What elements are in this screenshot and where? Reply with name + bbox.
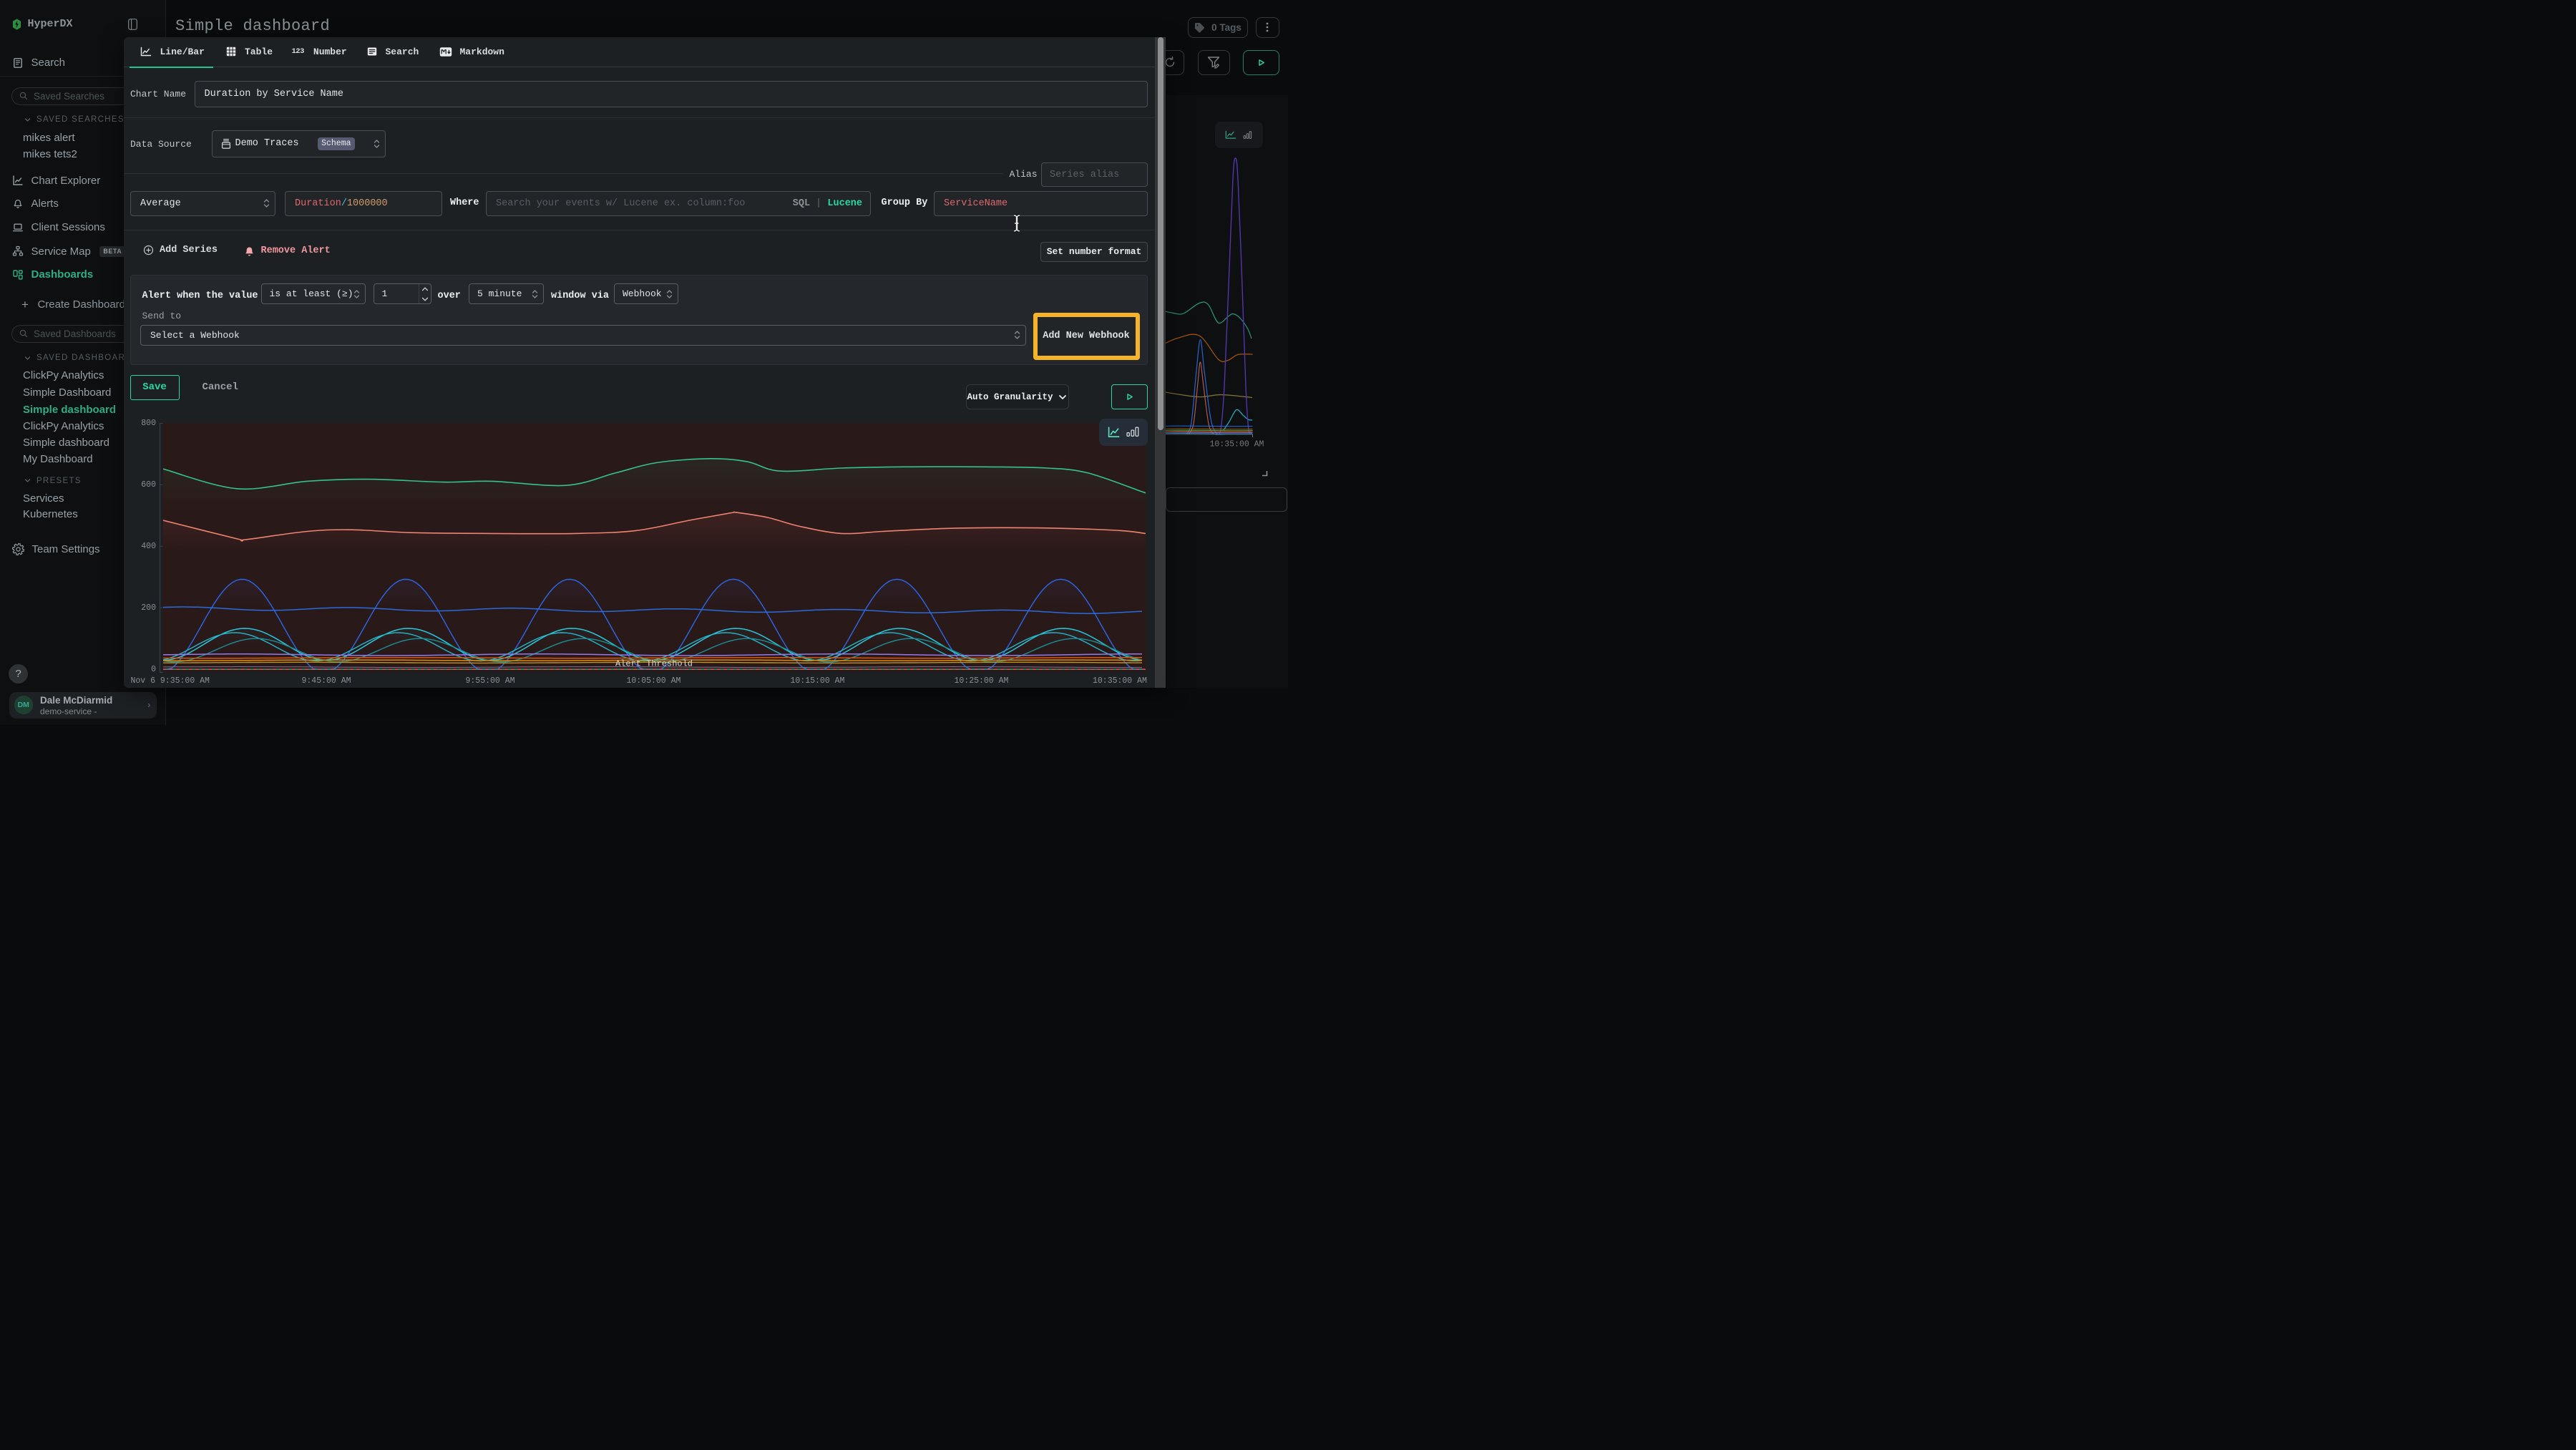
svg-text:Alert Threshold: Alert Threshold [615, 658, 692, 668]
svg-text:10:35:00 AM: 10:35:00 AM [1210, 440, 1264, 449]
